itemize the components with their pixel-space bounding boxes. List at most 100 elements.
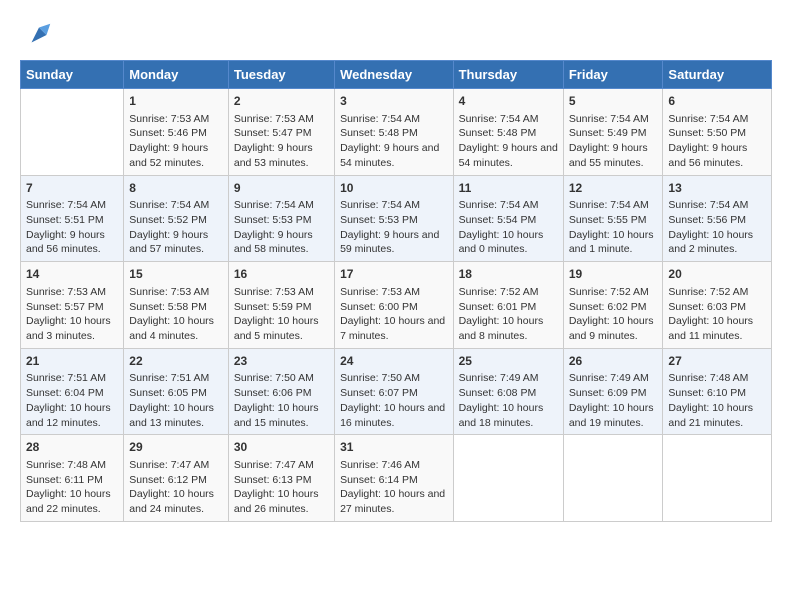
- day-number: 11: [459, 180, 558, 197]
- calendar-cell: 21Sunrise: 7:51 AMSunset: 6:04 PMDayligh…: [21, 348, 124, 435]
- day-number: 5: [569, 93, 658, 110]
- calendar-cell: 10Sunrise: 7:54 AMSunset: 5:53 PMDayligh…: [335, 175, 453, 262]
- calendar-cell: 13Sunrise: 7:54 AMSunset: 5:56 PMDayligh…: [663, 175, 772, 262]
- calendar-cell: 7Sunrise: 7:54 AMSunset: 5:51 PMDaylight…: [21, 175, 124, 262]
- calendar-cell: 4 Sunrise: 7:54 AMSunset: 5:48 PMDaylight…: [453, 89, 563, 176]
- cell-content: Sunrise: 7:54 AMSunset: 5:49 PMDaylight:…: [569, 112, 658, 171]
- cell-content: Sunrise: 7:53 AMSunset: 6:00 PMDaylight:…: [340, 285, 447, 344]
- calendar-header-row: SundayMondayTuesdayWednesdayThursdayFrid…: [21, 61, 772, 89]
- week-row-5: 28 Sunrise: 7:48 AMSunset: 6:11 PMDayligh…: [21, 435, 772, 522]
- page-header: [20, 20, 772, 50]
- calendar-cell: 12Sunrise: 7:54 AMSunset: 5:55 PMDayligh…: [563, 175, 663, 262]
- day-number: 3: [340, 93, 447, 110]
- day-number: 19: [569, 266, 658, 283]
- day-number: 10: [340, 180, 447, 197]
- calendar-cell: 5 Sunrise: 7:54 AMSunset: 5:49 PMDaylight…: [563, 89, 663, 176]
- cell-content: Sunrise: 7:53 AMSunset: 5:46 PMDaylight:…: [129, 112, 223, 171]
- day-number: 22: [129, 353, 223, 370]
- cell-content: Sunrise: 7:54 AMSunset: 5:48 PMDaylight:…: [459, 112, 558, 171]
- calendar-cell: 25Sunrise: 7:49 AMSunset: 6:08 PMDayligh…: [453, 348, 563, 435]
- cell-content: Sunrise: 7:53 AMSunset: 5:59 PMDaylight:…: [234, 285, 329, 344]
- calendar-cell: [663, 435, 772, 522]
- calendar-cell: 22Sunrise: 7:51 AMSunset: 6:05 PMDayligh…: [124, 348, 229, 435]
- cell-content: Sunrise: 7:54 AMSunset: 5:53 PMDaylight:…: [234, 198, 329, 257]
- calendar-cell: 17 Sunrise: 7:53 AMSunset: 6:00 PMDayligh…: [335, 262, 453, 349]
- calendar-cell: 19 Sunrise: 7:52 AMSunset: 6:02 PMDayligh…: [563, 262, 663, 349]
- calendar-cell: 18 Sunrise: 7:52 AMSunset: 6:01 PMDayligh…: [453, 262, 563, 349]
- calendar-cell: [563, 435, 663, 522]
- cell-content: Sunrise: 7:52 AMSunset: 6:02 PMDaylight:…: [569, 285, 658, 344]
- day-number: 17: [340, 266, 447, 283]
- cell-content: Sunrise: 7:54 AMSunset: 5:48 PMDaylight:…: [340, 112, 447, 171]
- week-row-1: 1 Sunrise: 7:53 AMSunset: 5:46 PMDaylight…: [21, 89, 772, 176]
- calendar-cell: 29 Sunrise: 7:47 AMSunset: 6:12 PMDayligh…: [124, 435, 229, 522]
- day-number: 18: [459, 266, 558, 283]
- day-number: 16: [234, 266, 329, 283]
- cell-content: Sunrise: 7:47 AMSunset: 6:13 PMDaylight:…: [234, 458, 329, 517]
- calendar-cell: 20Sunrise: 7:52 AMSunset: 6:03 PMDayligh…: [663, 262, 772, 349]
- day-number: 13: [668, 180, 766, 197]
- calendar-cell: 31 Sunrise: 7:46 AMSunset: 6:14 PMDayligh…: [335, 435, 453, 522]
- logo: [20, 20, 54, 50]
- calendar-cell: 16 Sunrise: 7:53 AMSunset: 5:59 PMDayligh…: [228, 262, 334, 349]
- calendar-cell: 15Sunrise: 7:53 AMSunset: 5:58 PMDayligh…: [124, 262, 229, 349]
- cell-content: Sunrise: 7:50 AMSunset: 6:06 PMDaylight:…: [234, 371, 329, 430]
- cell-content: Sunrise: 7:51 AMSunset: 6:04 PMDaylight:…: [26, 371, 118, 430]
- cell-content: Sunrise: 7:54 AMSunset: 5:52 PMDaylight:…: [129, 198, 223, 257]
- header-friday: Friday: [563, 61, 663, 89]
- calendar-cell: 8Sunrise: 7:54 AMSunset: 5:52 PMDaylight…: [124, 175, 229, 262]
- cell-content: Sunrise: 7:47 AMSunset: 6:12 PMDaylight:…: [129, 458, 223, 517]
- cell-content: Sunrise: 7:49 AMSunset: 6:09 PMDaylight:…: [569, 371, 658, 430]
- calendar-cell: 27Sunrise: 7:48 AMSunset: 6:10 PMDayligh…: [663, 348, 772, 435]
- day-number: 1: [129, 93, 223, 110]
- header-saturday: Saturday: [663, 61, 772, 89]
- cell-content: Sunrise: 7:54 AMSunset: 5:50 PMDaylight:…: [668, 112, 766, 171]
- header-monday: Monday: [124, 61, 229, 89]
- cell-content: Sunrise: 7:52 AMSunset: 6:03 PMDaylight:…: [668, 285, 766, 344]
- calendar-cell: 28 Sunrise: 7:48 AMSunset: 6:11 PMDayligh…: [21, 435, 124, 522]
- cell-content: Sunrise: 7:51 AMSunset: 6:05 PMDaylight:…: [129, 371, 223, 430]
- cell-content: Sunrise: 7:53 AMSunset: 5:58 PMDaylight:…: [129, 285, 223, 344]
- logo-bird-icon: [24, 20, 54, 50]
- day-number: 6: [668, 93, 766, 110]
- calendar-cell: 3 Sunrise: 7:54 AMSunset: 5:48 PMDaylight…: [335, 89, 453, 176]
- header-thursday: Thursday: [453, 61, 563, 89]
- cell-content: Sunrise: 7:54 AMSunset: 5:54 PMDaylight:…: [459, 198, 558, 257]
- cell-content: Sunrise: 7:54 AMSunset: 5:55 PMDaylight:…: [569, 198, 658, 257]
- calendar-cell: 14 Sunrise: 7:53 AMSunset: 5:57 PMDayligh…: [21, 262, 124, 349]
- calendar-cell: 2 Sunrise: 7:53 AMSunset: 5:47 PMDaylight…: [228, 89, 334, 176]
- week-row-4: 21Sunrise: 7:51 AMSunset: 6:04 PMDayligh…: [21, 348, 772, 435]
- calendar-cell: 9Sunrise: 7:54 AMSunset: 5:53 PMDaylight…: [228, 175, 334, 262]
- calendar-cell: 11Sunrise: 7:54 AMSunset: 5:54 PMDayligh…: [453, 175, 563, 262]
- calendar-cell: 6 Sunrise: 7:54 AMSunset: 5:50 PMDaylight…: [663, 89, 772, 176]
- day-number: 23: [234, 353, 329, 370]
- day-number: 28: [26, 439, 118, 456]
- day-number: 14: [26, 266, 118, 283]
- day-number: 27: [668, 353, 766, 370]
- cell-content: Sunrise: 7:48 AMSunset: 6:11 PMDaylight:…: [26, 458, 118, 517]
- day-number: 26: [569, 353, 658, 370]
- calendar-cell: 23Sunrise: 7:50 AMSunset: 6:06 PMDayligh…: [228, 348, 334, 435]
- calendar-cell: 26Sunrise: 7:49 AMSunset: 6:09 PMDayligh…: [563, 348, 663, 435]
- day-number: 2: [234, 93, 329, 110]
- cell-content: Sunrise: 7:49 AMSunset: 6:08 PMDaylight:…: [459, 371, 558, 430]
- day-number: 31: [340, 439, 447, 456]
- cell-content: Sunrise: 7:46 AMSunset: 6:14 PMDaylight:…: [340, 458, 447, 517]
- header-wednesday: Wednesday: [335, 61, 453, 89]
- day-number: 4: [459, 93, 558, 110]
- day-number: 12: [569, 180, 658, 197]
- day-number: 25: [459, 353, 558, 370]
- header-tuesday: Tuesday: [228, 61, 334, 89]
- day-number: 29: [129, 439, 223, 456]
- cell-content: Sunrise: 7:52 AMSunset: 6:01 PMDaylight:…: [459, 285, 558, 344]
- day-number: 30: [234, 439, 329, 456]
- day-number: 8: [129, 180, 223, 197]
- calendar-cell: 1 Sunrise: 7:53 AMSunset: 5:46 PMDaylight…: [124, 89, 229, 176]
- cell-content: Sunrise: 7:53 AMSunset: 5:57 PMDaylight:…: [26, 285, 118, 344]
- header-sunday: Sunday: [21, 61, 124, 89]
- day-number: 9: [234, 180, 329, 197]
- calendar-cell: 24Sunrise: 7:50 AMSunset: 6:07 PMDayligh…: [335, 348, 453, 435]
- cell-content: Sunrise: 7:54 AMSunset: 5:53 PMDaylight:…: [340, 198, 447, 257]
- cell-content: Sunrise: 7:50 AMSunset: 6:07 PMDaylight:…: [340, 371, 447, 430]
- cell-content: Sunrise: 7:53 AMSunset: 5:47 PMDaylight:…: [234, 112, 329, 171]
